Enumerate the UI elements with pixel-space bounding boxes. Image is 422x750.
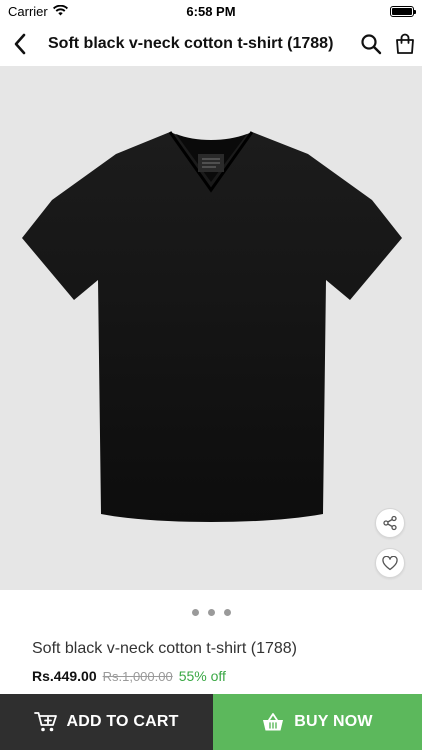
- share-button[interactable]: [375, 508, 405, 538]
- cart-button[interactable]: [388, 22, 422, 66]
- product-name: Soft black v-neck cotton t-shirt (1788): [32, 640, 297, 657]
- battery-icon: [390, 5, 416, 17]
- original-price: Rs.1,000.00: [102, 669, 173, 684]
- carrier-label: Carrier: [8, 3, 48, 19]
- add-to-cart-label: ADD TO CART: [66, 713, 179, 730]
- status-bar: Carrier 6:58 PM: [0, 0, 422, 22]
- pager-dot[interactable]: [207, 608, 215, 616]
- buy-now-button[interactable]: BUY NOW: [213, 694, 422, 750]
- wifi-icon: [52, 4, 68, 19]
- favorite-button[interactable]: [375, 548, 405, 578]
- pager-dot[interactable]: [223, 608, 231, 616]
- bottom-action-bar: ADD TO CART BUY NOW: [0, 694, 422, 750]
- status-left: Carrier: [8, 4, 68, 19]
- add-to-cart-button[interactable]: ADD TO CART: [0, 694, 213, 750]
- back-button[interactable]: [0, 22, 40, 66]
- search-button[interactable]: [354, 22, 388, 66]
- pager-dot[interactable]: [191, 608, 199, 616]
- share-icon: [383, 515, 397, 531]
- shopping-bag-icon: [396, 33, 414, 54]
- heart-icon: [382, 555, 398, 570]
- current-price: Rs.449.00: [32, 668, 97, 684]
- price-row: Rs.449.00 Rs.1,000.00 55% off: [32, 668, 226, 684]
- chevron-left-icon: [14, 33, 26, 55]
- battery-level: [392, 7, 412, 15]
- product-detail-screen: Carrier 6:58 PM Soft black v-neck cotton…: [0, 0, 422, 750]
- product-image: [22, 131, 402, 522]
- image-pager[interactable]: [0, 604, 422, 620]
- product-image-carousel[interactable]: [0, 66, 422, 590]
- nav-bar: Soft black v-neck cotton t-shirt (1788): [0, 22, 422, 66]
- cart-add-icon: [34, 712, 58, 732]
- discount-label: 55% off: [178, 668, 226, 684]
- page-title: Soft black v-neck cotton t-shirt (1788): [48, 35, 334, 52]
- shopping-basket-icon: [263, 713, 284, 731]
- search-icon: [361, 34, 382, 55]
- buy-now-label: BUY NOW: [294, 713, 373, 730]
